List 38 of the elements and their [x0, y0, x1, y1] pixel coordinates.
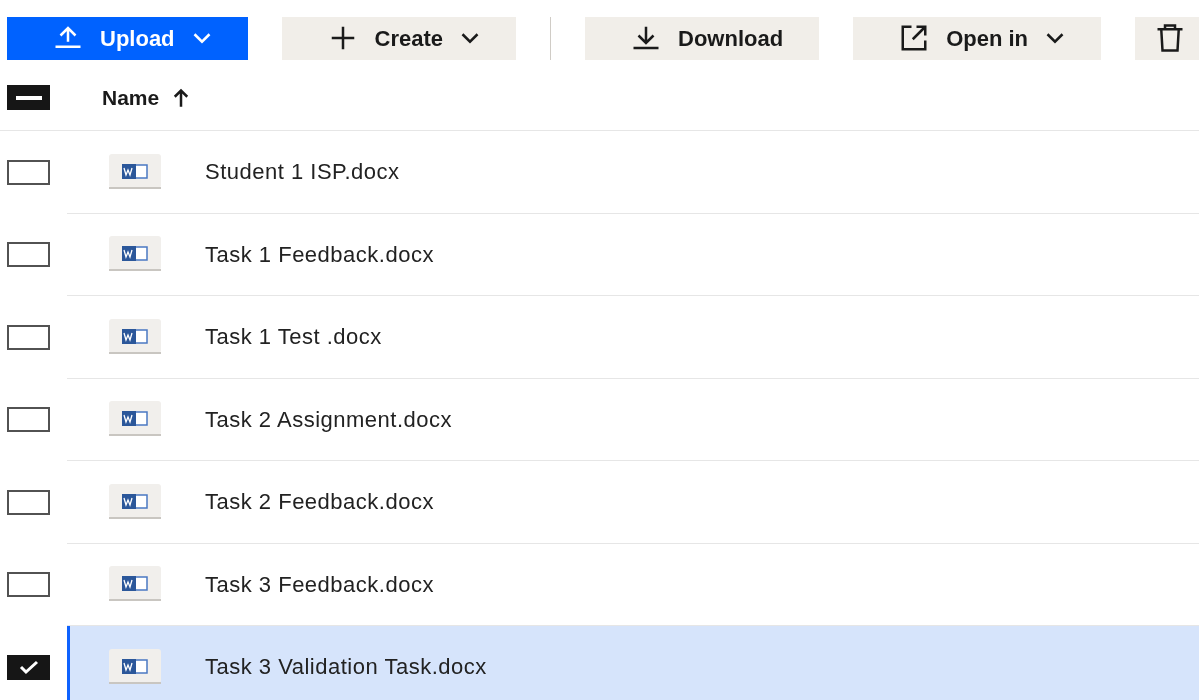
row-checkbox[interactable] [7, 654, 50, 680]
selected-row-background[interactable]: Task 3 Validation Task.docx [67, 626, 1199, 700]
file-name: Task 1 Test .docx [205, 323, 382, 352]
file-name: Student 1 ISP.docx [205, 158, 400, 187]
select-all-checkbox[interactable] [7, 85, 50, 110]
document-icon [109, 401, 161, 438]
toolbar-button[interactable]: Upload [7, 16, 248, 60]
row-checkbox[interactable] [7, 242, 50, 268]
document-icon [109, 648, 161, 685]
toolbar-button[interactable]: Download [585, 16, 820, 60]
toolbar-button[interactable]: Create [281, 16, 517, 60]
file-name: Task 1 Feedback.docx [205, 240, 434, 269]
external-link-icon [899, 23, 930, 53]
row-background[interactable]: Task 1 Test .docx [67, 296, 1199, 379]
file-name: Task 3 Validation Task.docx [205, 653, 487, 682]
row-checkbox[interactable] [7, 407, 50, 433]
row-checkbox[interactable] [7, 489, 50, 515]
file-name: Task 3 Feedback.docx [205, 570, 434, 599]
row-background[interactable]: Student 1 ISP.docx [67, 131, 1199, 214]
row-background[interactable]: Task 1 Feedback.docx [67, 213, 1199, 296]
trash-icon [1155, 23, 1186, 53]
document-icon [109, 318, 161, 355]
name-column-header[interactable]: Name [102, 81, 192, 114]
row-checkbox[interactable] [7, 159, 50, 185]
toolbar-button[interactable]: Open in [853, 16, 1102, 60]
row-background[interactable]: Task 2 Feedback.docx [67, 461, 1199, 544]
row-checkbox[interactable] [7, 572, 50, 598]
delete-button[interactable] [1135, 16, 1199, 60]
row-background[interactable]: Task 2 Assignment.docx [67, 378, 1199, 461]
dash-icon [15, 95, 42, 100]
file-name: Task 2 Assignment.docx [205, 405, 452, 434]
document-icon [109, 566, 161, 603]
document-icon [109, 153, 161, 190]
checkmark-icon [17, 659, 40, 676]
file-name: Task 2 Feedback.docx [205, 488, 434, 517]
document-icon [109, 483, 161, 520]
row-checkbox[interactable] [7, 324, 50, 350]
document-icon [109, 236, 161, 273]
